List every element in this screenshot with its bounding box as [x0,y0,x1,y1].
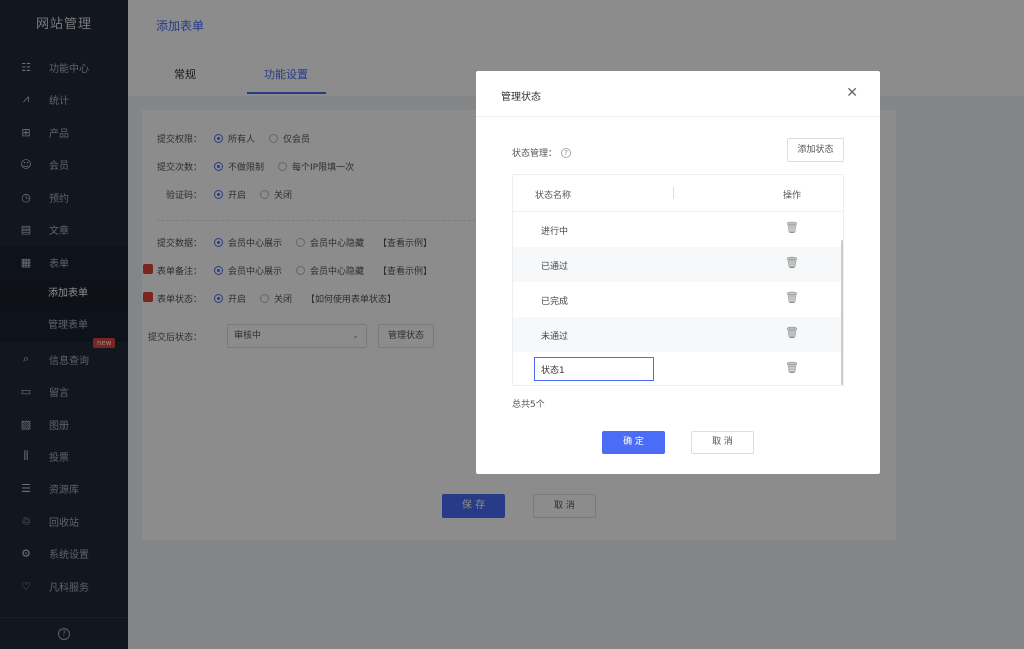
table-row-editing: 🗑 [513,352,843,385]
column-header-op: 操作 [783,191,802,201]
state-name: 已完成 [541,297,569,307]
state-name: 进行中 [541,227,569,237]
trash-icon[interactable]: 🗑 [785,326,799,339]
state-name: 已通过 [541,262,569,272]
add-state-button[interactable]: 添加状态 [787,138,844,162]
dialog-cancel-button[interactable]: 取 消 [691,431,754,454]
dialog-header: 管理状态 ✕ [476,71,880,117]
total-count: 总共5个 [512,400,545,410]
manage-state-dialog: 管理状态 ✕ 状态管理： ? 添加状态 状态名称 操作 进行中 🗑 已通过 🗑 … [476,71,880,474]
trash-icon[interactable]: 🗑 [785,291,799,304]
close-icon[interactable]: ✕ [846,85,858,101]
table-row: 未通过 🗑 [513,317,843,352]
table-header: 状态名称 操作 [513,175,843,212]
column-header-name: 状态名称 [535,191,572,201]
table-row: 进行中 🗑 [513,212,843,247]
question-icon[interactable]: ? [561,147,572,158]
trash-icon[interactable]: 🗑 [785,361,799,374]
table-row: 已完成 🗑 [513,282,843,317]
table-scrollbar[interactable] [841,240,843,385]
confirm-button[interactable]: 确 定 [602,431,665,454]
state-name-input[interactable] [534,357,654,381]
state-manage-text: 状态管理： [512,149,558,159]
table-row: 已通过 🗑 [513,247,843,282]
trash-icon[interactable]: 🗑 [785,256,799,269]
state-name: 未通过 [541,332,569,342]
state-manage-label: 状态管理： ? [512,146,572,159]
column-separator [673,187,674,199]
dialog-title: 管理状态 [501,92,541,103]
state-table: 状态名称 操作 进行中 🗑 已通过 🗑 已完成 🗑 未通过 🗑 🗑 [512,174,844,386]
trash-icon[interactable]: 🗑 [785,221,799,234]
